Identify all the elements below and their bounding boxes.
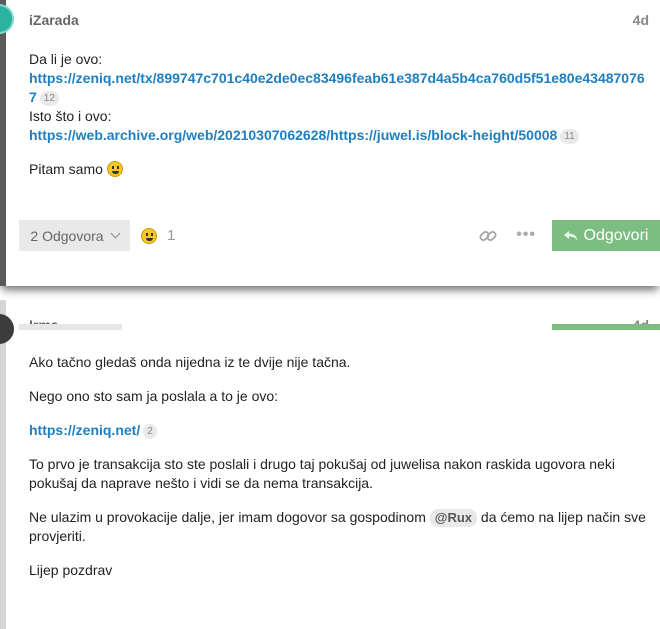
chevron-down-icon [110,228,121,239]
reply-arrow-icon [563,230,578,241]
post-paragraph: To prvo je transakcija sto ste poslali i… [29,456,615,491]
avatar[interactable] [0,4,14,34]
user-mention[interactable]: @Rux [429,509,478,527]
avatar[interactable] [0,314,14,344]
transaction-link[interactable]: https://zeniq.net/tx/899747c701c40e2de0e… [29,70,645,105]
replies-toggle-button[interactable] [19,324,122,330]
post-text-line: Isto što i ovo: [29,108,112,124]
post-paragraph: Nego ono sto sam ja poslala a to je ovo: [29,388,279,404]
post-body: Da li je ovo: https://zeniq.net/tx/89974… [29,50,652,179]
post-date[interactable]: 4d [633,12,649,28]
reaction-emoji-icon[interactable] [141,228,157,244]
post-izarada: iZarada 4d Da li je ovo: https://zeniq.n… [0,0,660,286]
replies-label: 2 Odgovora [30,227,104,244]
zeniq-link[interactable]: https://zeniq.net/ [29,422,140,438]
reply-button[interactable]: Odgovori [552,220,660,251]
link-click-count: 11 [560,128,579,144]
link-click-count: 2 [143,423,157,439]
link-click-count: 12 [39,90,59,106]
more-options-icon[interactable]: ••• [516,226,536,244]
reply-button[interactable] [552,324,660,330]
post-actions: 2 Odgovora 1 ••• Odgovori [19,220,660,252]
post-text-line: Da li je ovo: [29,51,103,67]
replies-toggle-button[interactable]: 2 Odgovora [19,220,130,251]
grinning-face-emoji-icon [106,161,123,177]
post-text-line: Pitam samo [29,161,103,177]
post-paragraph: Lijep pozdrav [29,562,113,578]
link-icon[interactable] [478,226,498,246]
reaction-count[interactable]: 1 [167,227,175,244]
post-paragraph: Ako tačno gledaš onda nijedna iz te dvij… [29,354,351,370]
reply-label: Odgovori [583,226,649,244]
post-irma: Irma 4d Ako tačno gledaš onda nijedna iz… [0,300,660,629]
post-text: Ne ulazim u provokacije dalje, jer imam … [29,509,426,525]
archive-link[interactable]: https://web.archive.org/web/202103070626… [29,127,557,143]
post-body: Ako tačno gledaš onda nijedna iz te dvij… [29,353,652,595]
post-username[interactable]: iZarada [29,12,79,28]
